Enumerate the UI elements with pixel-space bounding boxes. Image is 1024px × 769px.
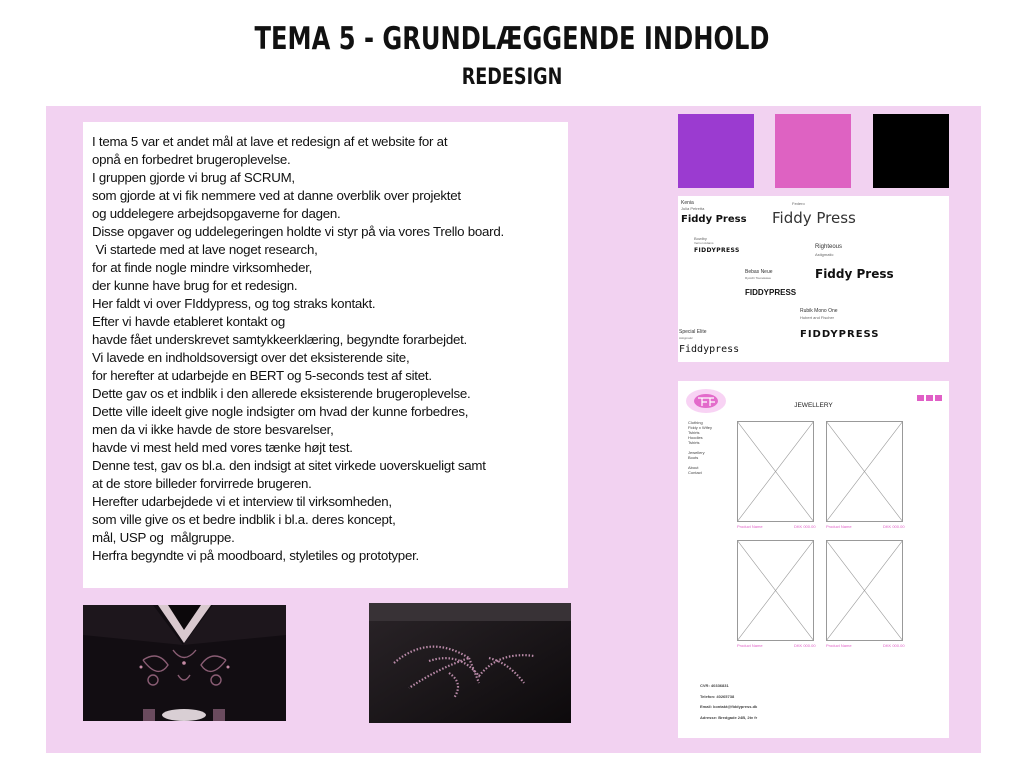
product-price: DKK 000.00	[794, 643, 816, 648]
body-text-line: havde fået underskrevet samtykkeerklærin…	[92, 332, 467, 347]
body-text-line: Herefter udarbejdede vi et interview til…	[92, 494, 392, 509]
product-name: Product Name	[737, 524, 763, 529]
photo-black-shirt-embroidery	[83, 605, 286, 721]
body-text-line: I gruppen gjorde vi brug af SCRUM,	[92, 170, 295, 185]
body-text-line: som ville give os et bedre indblik i bl.…	[92, 512, 396, 527]
color-swatch-pink	[775, 114, 851, 188]
body-text: I tema 5 var et andet mål at lave et red…	[92, 133, 564, 565]
product-image-placeholder	[736, 539, 815, 642]
font-sample: Fiddy Press	[815, 267, 894, 281]
body-text-line: Vi startede med at lave noget research,	[92, 242, 318, 257]
body-text-line: for at finde nogle mindre virksomheder,	[92, 260, 313, 275]
body-text-line: Dette ville ideelt give nogle indsigter …	[92, 404, 469, 419]
font-sample: FIDDYPRESS	[694, 247, 740, 254]
color-swatch-purple	[678, 114, 754, 188]
body-text-line: som gjorde at vi fik nemmere ved at dann…	[92, 188, 461, 203]
body-text-line: mål, USP og målgruppe.	[92, 530, 235, 545]
footer-address: Adresse: Bredgade 24B, 2tv fr	[700, 715, 758, 720]
font-name: Special Elite	[679, 329, 707, 335]
color-swatch-black	[873, 114, 949, 188]
body-text-line: Herfra begyndte vi på moodboard, styleti…	[92, 548, 419, 563]
body-text-line: havde vi mest held med vores tænke højt …	[92, 440, 353, 455]
font-author: Ryoichi Tsunekawa	[745, 276, 771, 280]
body-text-line: Dette gav os et indblik i den allerede e…	[92, 386, 471, 401]
logo-icon	[686, 389, 726, 413]
wireframe-nav-item: Contact	[688, 470, 702, 475]
product-image-placeholder	[736, 420, 815, 523]
typography-board: Kenia Julia Petretta Fiddy Press Federo …	[678, 196, 949, 362]
font-sample: Fiddy Press	[681, 214, 747, 225]
body-text-line: I tema 5 var et andet mål at lave et red…	[92, 134, 448, 149]
body-text-line: Efter vi havde etableret kontakt og	[92, 314, 286, 329]
wireframe-heading: JEWELLERY	[794, 402, 833, 409]
font-sample: FIDDYPRESS	[800, 329, 880, 340]
footer-cvr: CVR: 40336831	[700, 683, 729, 688]
font-sample: Fiddy Press	[772, 209, 856, 227]
font-author: Vernon Adams	[694, 241, 714, 245]
font-name: Rubik Mono One	[800, 308, 838, 314]
product-price: DKK 000.00	[883, 524, 905, 529]
body-text-line: opnå en forbedret brugeroplevelse.	[92, 152, 291, 167]
page-title: TEMA 5 - GRUNDLÆGGENDE INDHOLD	[254, 21, 770, 57]
product-image-placeholder	[825, 420, 904, 523]
text-box: I tema 5 var et andet mål at lave et red…	[83, 122, 568, 588]
footer-email: Email: kontakt@fiddypress.dk	[700, 704, 758, 709]
product-name: Product Name	[826, 524, 852, 529]
font-author: Federo	[792, 201, 805, 206]
body-text-line: at de store billeder forvirrede brugeren…	[92, 476, 312, 491]
font-author: Astigmatic	[679, 336, 693, 340]
wireframe-nav: Clothing Fiddy x Wifey Tshirts Hoodies Tshir…	[688, 420, 712, 475]
font-author: Julia Petretta	[681, 206, 705, 211]
body-text-line: Denne test, gav os bl.a. den indsigt at …	[92, 458, 486, 473]
body-text-line: men da vi ikke havde de store besvarelse…	[92, 422, 334, 437]
footer-phone: Telefon: 40265738	[700, 694, 735, 699]
body-text-line: og uddelegere arbejdsopgaverne for dagen…	[92, 206, 341, 221]
font-author: Hubert and Fischer	[800, 315, 835, 320]
product-name: Product Name	[826, 643, 852, 648]
page-subtitle: REDESIGN	[461, 65, 563, 90]
font-sample: Fiddypress	[679, 344, 740, 355]
wireframe-jewellery-page: JEWELLERY Clothing Fiddy x Wifey Tshirts Ho…	[678, 381, 949, 738]
product-image-placeholder	[825, 539, 904, 642]
body-text-line: Disse opgaver og uddelegeringen holdte v…	[92, 224, 504, 239]
body-text-line: der kunne have brug for et redesign.	[92, 278, 298, 293]
font-author: Astigmatic	[815, 252, 834, 257]
product-price: DKK 000.00	[794, 524, 816, 529]
font-sample: FIDDYPRESS	[745, 288, 797, 297]
body-text-line: Vi lavede en indholdsoversigt over det e…	[92, 350, 410, 365]
product-price: DKK 000.00	[883, 643, 905, 648]
body-text-line: for herefter at udarbejde en BERT og 5-s…	[92, 368, 432, 383]
body-text-line: Her faldt vi over FIddypress, og tog str…	[92, 296, 376, 311]
product-name: Product Name	[737, 643, 763, 648]
font-name: Righteous	[815, 244, 843, 250]
photo-rhinestone-logo	[369, 603, 571, 723]
font-name: Bebas Neue	[745, 269, 773, 275]
